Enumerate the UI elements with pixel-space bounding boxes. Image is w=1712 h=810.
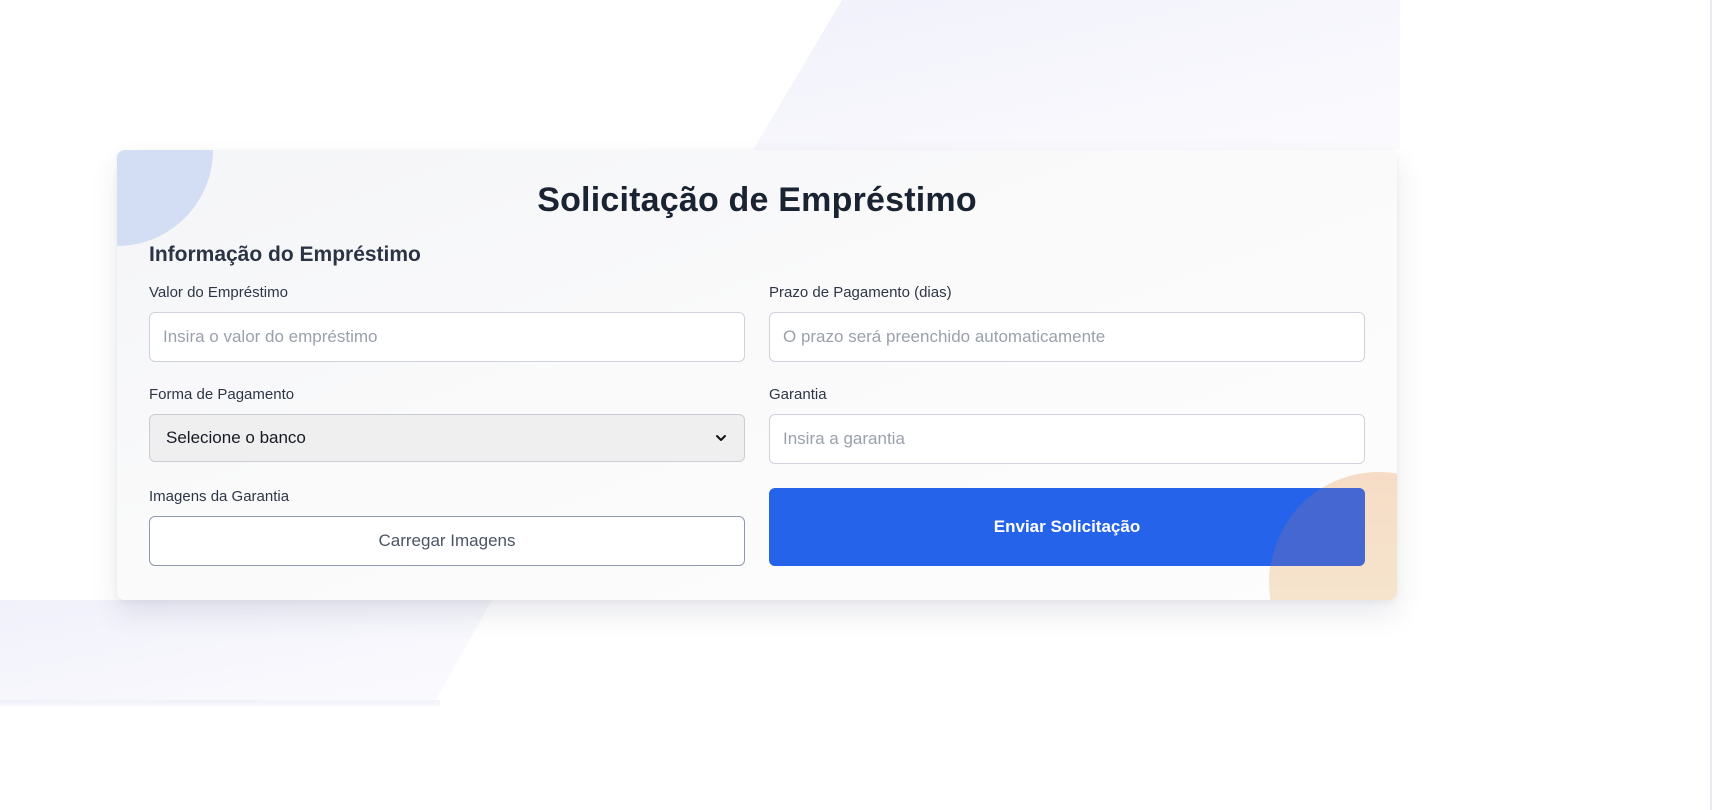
payment-method-selected-value: Selecione o banco bbox=[166, 428, 306, 447]
loan-form: Valor do Empréstimo Prazo de Pagamento (… bbox=[149, 284, 1365, 590]
loan-amount-label: Valor do Empréstimo bbox=[149, 284, 288, 301]
collateral-images-field: Imagens da Garantia Carregar Imagens bbox=[149, 488, 745, 590]
collateral-field: Garantia bbox=[769, 386, 1365, 488]
collateral-label: Garantia bbox=[769, 386, 827, 403]
chevron-down-icon bbox=[716, 435, 726, 441]
loan-amount-input[interactable] bbox=[149, 312, 745, 362]
loan-request-card: Solicitação de Empréstimo Informação do … bbox=[117, 150, 1397, 600]
payment-term-input[interactable] bbox=[769, 312, 1365, 362]
payment-method-label: Forma de Pagamento bbox=[149, 386, 295, 403]
submit-field: Enviar Solicitação bbox=[769, 488, 1365, 590]
decorative-circle-overlay bbox=[1270, 488, 1365, 566]
collateral-input[interactable] bbox=[769, 414, 1365, 464]
collateral-images-label: Imagens da Garantia bbox=[149, 488, 290, 505]
payment-method-select[interactable]: Selecione o banco bbox=[149, 414, 745, 462]
upload-images-button[interactable]: Carregar Imagens bbox=[149, 516, 745, 566]
payment-term-label: Prazo de Pagamento (dias) bbox=[769, 284, 952, 301]
section-title: Informação do Empréstimo bbox=[149, 243, 421, 266]
payment-term-field: Prazo de Pagamento (dias) bbox=[769, 284, 1365, 386]
payment-method-field: Forma de Pagamento Selecione o banco bbox=[149, 386, 745, 488]
page-title: Solicitação de Empréstimo bbox=[537, 181, 977, 219]
submit-request-button[interactable]: Enviar Solicitação bbox=[769, 488, 1365, 566]
loan-amount-field: Valor do Empréstimo bbox=[149, 284, 745, 386]
submit-request-label: Enviar Solicitação bbox=[993, 517, 1141, 536]
